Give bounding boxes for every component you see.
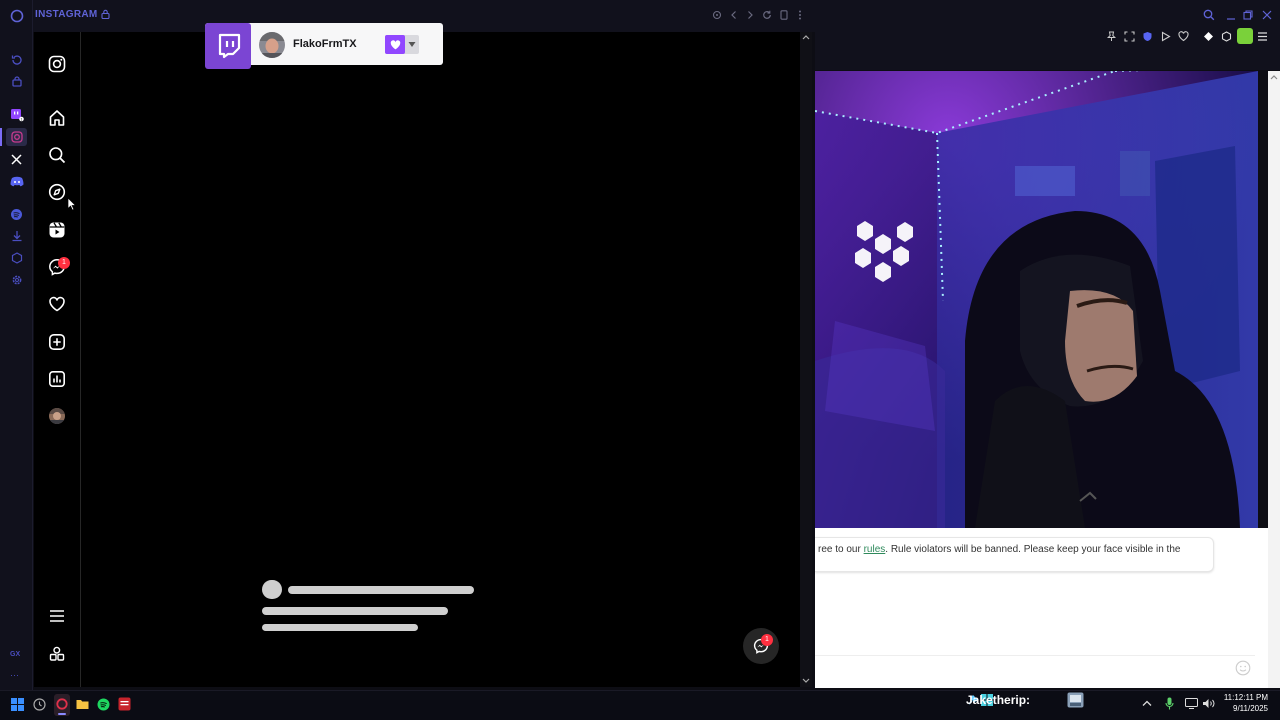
pin-icon[interactable] bbox=[710, 8, 724, 22]
rules-text-suffix: . Rule violators will be banned. Please … bbox=[885, 544, 1181, 555]
lock-icon bbox=[101, 9, 110, 19]
shield-icon[interactable] bbox=[1142, 31, 1153, 42]
apps-icon[interactable] bbox=[46, 643, 68, 665]
close-icon[interactable] bbox=[1261, 9, 1273, 21]
emote-image-icon bbox=[1067, 692, 1084, 708]
active-app-indicator bbox=[58, 713, 66, 715]
heart-icon[interactable] bbox=[1178, 31, 1189, 42]
rules-text-prefix: ree to our bbox=[818, 544, 864, 555]
skeleton-line bbox=[262, 607, 448, 615]
streamer-username: FlakoFrmTX bbox=[293, 38, 357, 50]
rules-link[interactable]: rules bbox=[864, 544, 886, 555]
messenger-badge: 1 bbox=[58, 257, 70, 269]
panel-scrollbar[interactable] bbox=[800, 32, 812, 687]
spotify-taskbar-icon[interactable] bbox=[97, 698, 110, 711]
mouse-cursor-icon bbox=[67, 197, 76, 211]
opera-gx-icon bbox=[56, 698, 68, 710]
chat-ticker: Jaketherip: bbox=[966, 693, 1031, 707]
chat-scrollbar[interactable] bbox=[1268, 71, 1280, 688]
reload-icon[interactable] bbox=[760, 8, 774, 22]
kebab-menu-icon[interactable] bbox=[793, 8, 807, 22]
chat-input[interactable] bbox=[815, 655, 1255, 656]
forward-icon[interactable] bbox=[743, 8, 757, 22]
taskbar bbox=[0, 690, 1280, 720]
create-icon[interactable] bbox=[46, 331, 68, 353]
scroll-up-icon[interactable] bbox=[802, 34, 810, 40]
skeleton-line bbox=[262, 624, 418, 631]
menu-icon[interactable] bbox=[1257, 31, 1268, 42]
back-icon[interactable] bbox=[727, 8, 741, 22]
svg-text:1: 1 bbox=[20, 118, 22, 122]
heart-icon[interactable] bbox=[46, 293, 68, 315]
search-icon[interactable] bbox=[1203, 9, 1215, 21]
profile-extension-icon[interactable] bbox=[1237, 28, 1253, 44]
volume-icon[interactable] bbox=[1202, 698, 1215, 709]
opera-gx-logo-icon[interactable] bbox=[6, 7, 27, 25]
active-indicator bbox=[0, 128, 2, 146]
network-icon[interactable] bbox=[1185, 698, 1198, 709]
bag-icon[interactable] bbox=[6, 73, 27, 91]
skeleton-line bbox=[288, 586, 474, 594]
spotify-icon[interactable] bbox=[6, 205, 27, 223]
snapshot-icon[interactable] bbox=[1124, 31, 1135, 42]
cube-icon[interactable] bbox=[1221, 31, 1232, 42]
reels-icon[interactable] bbox=[46, 219, 68, 241]
pin-icon[interactable] bbox=[1106, 31, 1117, 42]
play-icon[interactable] bbox=[1160, 31, 1171, 42]
scroll-up-icon[interactable] bbox=[1270, 74, 1278, 80]
streamer-avatar bbox=[258, 31, 286, 59]
chat-rules-notice: ree to our rules. Rule violators will be… bbox=[815, 537, 1214, 572]
skeleton-avatar bbox=[262, 580, 282, 599]
browser-toolbar bbox=[815, 0, 1280, 70]
twitch-icon[interactable]: 1 bbox=[6, 106, 27, 124]
mobile-view-icon[interactable] bbox=[777, 8, 791, 22]
emoji-icon[interactable] bbox=[1235, 660, 1251, 676]
microphone-icon[interactable] bbox=[1165, 697, 1174, 710]
home-icon[interactable] bbox=[46, 107, 68, 129]
taskbar-time[interactable]: 11:12:11 PM bbox=[1222, 693, 1268, 702]
fab-badge: 1 bbox=[761, 634, 773, 646]
more-icon[interactable]: ··· bbox=[10, 670, 19, 680]
history-icon[interactable] bbox=[6, 51, 27, 69]
messages-fab[interactable] bbox=[743, 628, 779, 664]
follow-dropdown[interactable] bbox=[385, 35, 419, 54]
instagram-logo-icon[interactable] bbox=[46, 53, 68, 75]
dashboard-icon[interactable] bbox=[46, 368, 68, 390]
twitch-logo-icon bbox=[205, 23, 251, 69]
recording-app-icon[interactable] bbox=[118, 697, 131, 711]
cube-icon[interactable] bbox=[6, 249, 27, 267]
panel-title: INSTAGRAM bbox=[35, 9, 98, 20]
x-icon[interactable] bbox=[6, 150, 27, 168]
restore-icon[interactable] bbox=[1242, 9, 1254, 21]
scroll-down-icon[interactable] bbox=[802, 678, 810, 684]
menu-icon[interactable] bbox=[46, 605, 68, 627]
gx-label[interactable]: GX bbox=[10, 651, 20, 658]
search-icon[interactable] bbox=[46, 144, 68, 166]
instagram-icon[interactable] bbox=[6, 128, 27, 146]
heart-icon bbox=[390, 39, 400, 49]
file-explorer-icon[interactable] bbox=[76, 698, 89, 710]
download-icon[interactable] bbox=[6, 227, 27, 245]
gear-icon[interactable] bbox=[6, 271, 27, 289]
gx-sidebar: 1 GX ··· bbox=[0, 0, 33, 690]
explore-icon[interactable] bbox=[46, 181, 68, 203]
extension-icon[interactable] bbox=[1203, 31, 1214, 42]
opera-gx-taskbar-button[interactable] bbox=[54, 694, 70, 716]
instagram-nav bbox=[34, 32, 81, 687]
follow-heart-button[interactable] bbox=[385, 35, 405, 54]
stream-video[interactable] bbox=[815, 71, 1258, 528]
discord-icon[interactable] bbox=[6, 172, 27, 190]
tray-chevron-up-icon[interactable] bbox=[1142, 699, 1152, 707]
minimize-icon[interactable] bbox=[1225, 9, 1237, 21]
taskbar-date[interactable]: 9/11/2025 bbox=[1222, 704, 1268, 713]
chevron-down-icon bbox=[408, 42, 416, 47]
windows-start-icon[interactable] bbox=[11, 698, 24, 711]
clock-app-icon[interactable] bbox=[33, 698, 46, 711]
profile-avatar[interactable] bbox=[46, 405, 68, 427]
